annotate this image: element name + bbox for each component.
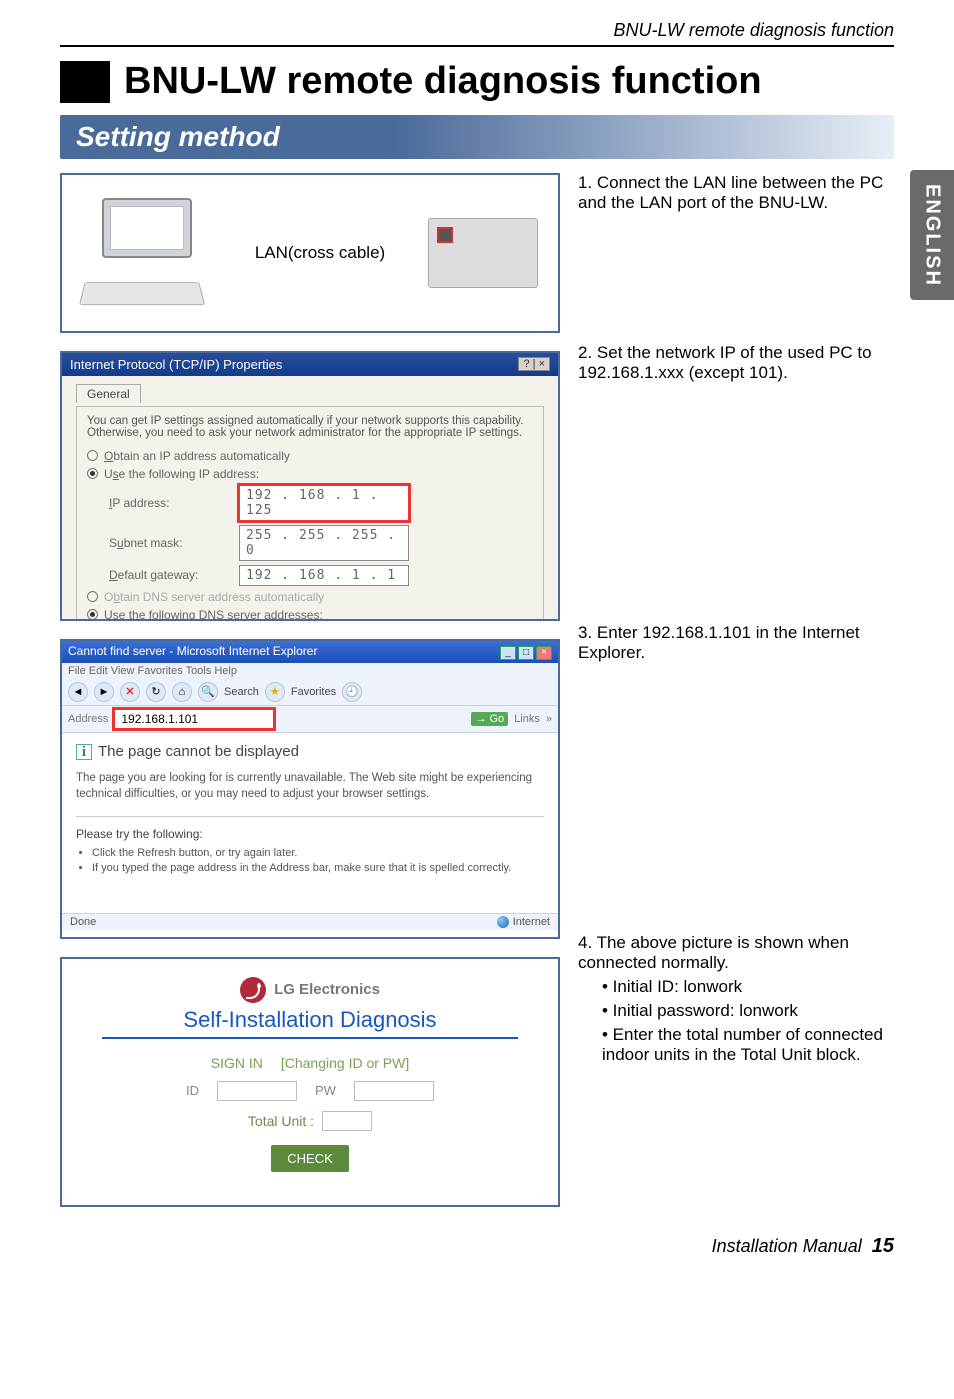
bnu-device-illustration — [428, 218, 538, 288]
ie-status-zone: Internet — [513, 916, 550, 928]
ie-fav-icon[interactable]: ★ — [265, 682, 285, 702]
globe-icon — [497, 916, 509, 928]
step-4-bullet-1: • Initial ID: lonwork — [602, 977, 894, 997]
ie-fav-label[interactable]: Favorites — [291, 686, 336, 698]
ie-back-button[interactable]: ◄ — [68, 682, 88, 702]
ie-try-item-2: If you typed the page address in the Add… — [92, 862, 544, 874]
check-button[interactable]: CHECK — [271, 1145, 349, 1172]
ie-toolbar: ◄ ► ✕ ↻ ⌂ 🔍 Search ★ Favorites 🕘 — [62, 679, 558, 706]
radio-use-following[interactable]: Use the following IP address: — [87, 467, 533, 481]
ie-home-button[interactable]: ⌂ — [172, 682, 192, 702]
ie-links-label[interactable]: Links — [514, 713, 540, 725]
ie-address-label: Address — [68, 713, 108, 725]
self-install-title: Self-Installation Diagnosis — [102, 1007, 518, 1039]
dialog-tab-general[interactable]: General — [76, 384, 141, 403]
pc-illustration — [82, 198, 212, 308]
running-header: BNU-LW remote diagnosis function — [60, 20, 894, 47]
figure-tcpip-dialog: Internet Protocol (TCP/IP) Properties ? … — [60, 351, 560, 621]
lg-brand-text: LG Electronics — [274, 981, 380, 998]
change-idpw-link[interactable]: [Changing ID or PW] — [281, 1055, 409, 1071]
page-footer: Installation Manual 15 — [0, 1227, 954, 1278]
dialog-title: Internet Protocol (TCP/IP) Properties — [70, 357, 282, 372]
figure-ie-window: Cannot find server - Microsoft Internet … — [60, 639, 560, 939]
step-4-text: 4. The above picture is shown when conne… — [578, 933, 894, 973]
page-title-bar: BNU-LW remote diagnosis function — [60, 61, 894, 103]
ie-address-field[interactable]: 192.168.1.101 — [114, 709, 274, 729]
pw-label: PW — [315, 1083, 336, 1098]
ie-title-text: Cannot find server - Microsoft Internet … — [68, 644, 317, 660]
info-icon: i — [76, 744, 92, 760]
ie-try-heading: Please try the following: — [76, 827, 544, 841]
ie-error-heading: The page cannot be displayed — [98, 743, 299, 760]
step-4-bullet-2: • Initial password: lonwork — [602, 1001, 894, 1021]
ie-search-icon[interactable]: 🔍 — [198, 682, 218, 702]
dialog-close-buttons[interactable]: ? | × — [518, 357, 550, 371]
language-tab: ENGLISH — [910, 170, 954, 300]
ie-forward-button[interactable]: ► — [94, 682, 114, 702]
ip-address-label: IP address: — [109, 496, 239, 510]
step-1-text: 1. Connect the LAN line between the PC a… — [578, 173, 894, 213]
default-gateway-field[interactable]: 192 . 168 . 1 . 1 — [239, 565, 409, 586]
subnet-mask-field[interactable]: 255 . 255 . 255 . 0 — [239, 525, 409, 561]
radio-dns-manual[interactable]: Use the following DNS server addresses: — [87, 608, 533, 621]
signin-label: SIGN IN — [211, 1055, 263, 1071]
title-block-icon — [60, 61, 110, 103]
figure-self-install-page: LG Electronics Self-Installation Diagnos… — [60, 957, 560, 1207]
subnet-mask-label: Subnet mask: — [109, 536, 239, 550]
id-field[interactable] — [217, 1081, 297, 1101]
ie-status-done: Done — [70, 916, 96, 928]
total-unit-field[interactable] — [322, 1111, 372, 1131]
ie-history-button[interactable]: 🕘 — [342, 682, 362, 702]
ie-window-buttons[interactable]: _□× — [498, 644, 552, 660]
id-label: ID — [186, 1083, 199, 1098]
page-number: 15 — [872, 1235, 894, 1257]
section-heading: Setting method — [60, 115, 894, 159]
ie-stop-button[interactable]: ✕ — [120, 682, 140, 702]
pw-field[interactable] — [354, 1081, 434, 1101]
lg-logo-icon — [240, 977, 266, 1003]
default-gateway-label: Default gateway: — [109, 568, 239, 582]
step-4-bullet-3: • Enter the total number of connected in… — [602, 1025, 894, 1065]
ie-go-button[interactable]: → Go — [471, 712, 508, 726]
ie-refresh-button[interactable]: ↻ — [146, 682, 166, 702]
total-unit-label: Total Unit : — [248, 1113, 314, 1129]
step-2-text: 2. Set the network IP of the used PC to … — [578, 343, 894, 383]
ip-address-field[interactable]: 192 . 168 . 1 . 125 — [239, 485, 409, 521]
ie-error-text: The page you are looking for is currentl… — [76, 770, 544, 802]
dialog-description: You can get IP settings assigned automat… — [87, 415, 533, 439]
figure-lan-connection: LAN(cross cable) — [60, 173, 560, 333]
radio-obtain-auto[interactable]: Obtain an IP address automatically — [87, 449, 533, 463]
lan-cable-label: LAN(cross cable) — [255, 243, 385, 263]
ie-menubar[interactable]: File Edit View Favorites Tools Help — [62, 663, 558, 679]
page-title: BNU-LW remote diagnosis function — [110, 61, 762, 103]
radio-dns-auto: Obtain DNS server address automatically — [87, 590, 533, 604]
step-3-text: 3. Enter 192.168.1.101 in the Internet E… — [578, 623, 894, 663]
ie-search-label[interactable]: Search — [224, 686, 259, 698]
ie-try-item-1: Click the Refresh button, or try again l… — [92, 847, 544, 859]
